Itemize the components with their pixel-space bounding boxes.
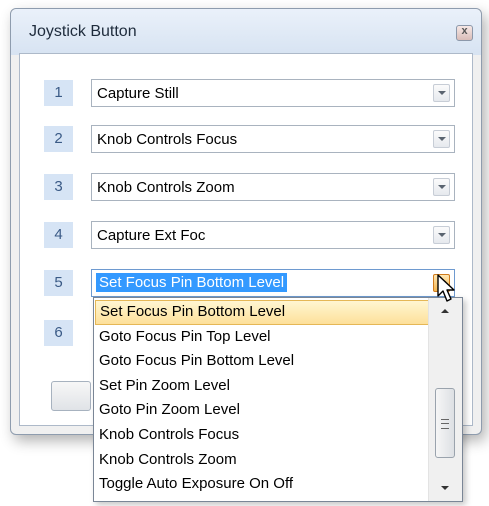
list-item[interactable]: Goto Pin Zoom Level — [94, 398, 430, 423]
chevron-down-icon[interactable] — [433, 84, 450, 102]
row-number: 5 — [44, 270, 73, 296]
button-row-3: 3 Knob Controls Zoom — [44, 173, 464, 201]
select-value: Set Focus Pin Bottom Level — [96, 273, 288, 292]
button-row-5: 5 Set Focus Pin Bottom Level — [44, 269, 464, 297]
list-item[interactable]: Set Pin Zoom Level — [94, 374, 430, 399]
mouse-pointer-icon — [437, 274, 455, 302]
select-value: Knob Controls Zoom — [97, 179, 235, 196]
chevron-down-icon[interactable] — [433, 130, 450, 148]
row-number: 2 — [44, 126, 73, 152]
dropdown-items: Set Focus Pin Bottom Level Goto Focus Pi… — [94, 298, 430, 497]
scrollbar-thumb[interactable] — [435, 388, 455, 458]
row-number: 3 — [44, 174, 73, 200]
title-bar[interactable]: Joystick Button x — [11, 9, 481, 55]
scroll-down-arrow-icon[interactable] — [429, 477, 462, 499]
action-select-1[interactable]: Capture Still — [91, 79, 455, 107]
list-item[interactable]: Knob Controls Focus — [94, 423, 430, 448]
vertical-scrollbar[interactable] — [428, 298, 462, 501]
chevron-down-icon[interactable] — [433, 178, 450, 196]
select-value: Knob Controls Focus — [97, 131, 238, 148]
button-row-1: 1 Capture Still — [44, 79, 464, 107]
chevron-down-icon[interactable] — [433, 226, 450, 244]
row-number: 4 — [44, 222, 73, 248]
action-select-5[interactable]: Set Focus Pin Bottom Level — [91, 269, 455, 297]
list-item[interactable]: Set Focus Pin Bottom Level — [95, 300, 429, 325]
dialog-button[interactable] — [51, 381, 91, 411]
list-item[interactable]: Toggle Auto Exposure On Off — [94, 472, 430, 497]
row-number: 1 — [44, 80, 73, 106]
button-row-2: 2 Knob Controls Focus — [44, 125, 464, 153]
row-number: 6 — [44, 320, 73, 346]
close-icon: x — [461, 25, 468, 37]
list-item[interactable]: Knob Controls Zoom — [94, 448, 430, 473]
list-item[interactable]: Goto Focus Pin Bottom Level — [94, 349, 430, 374]
action-dropdown-list[interactable]: Set Focus Pin Bottom Level Goto Focus Pi… — [93, 297, 463, 502]
action-select-3[interactable]: Knob Controls Zoom — [91, 173, 455, 201]
close-button[interactable]: x — [456, 25, 473, 41]
list-item[interactable]: Goto Focus Pin Top Level — [94, 325, 430, 350]
select-value: Capture Still — [97, 85, 179, 102]
action-select-4[interactable]: Capture Ext Foc — [91, 221, 455, 249]
grip-icon — [441, 419, 449, 429]
dialog-title: Joystick Button — [29, 23, 137, 40]
action-select-2[interactable]: Knob Controls Focus — [91, 125, 455, 153]
button-row-4: 4 Capture Ext Foc — [44, 221, 464, 249]
select-value: Capture Ext Foc — [97, 227, 206, 244]
